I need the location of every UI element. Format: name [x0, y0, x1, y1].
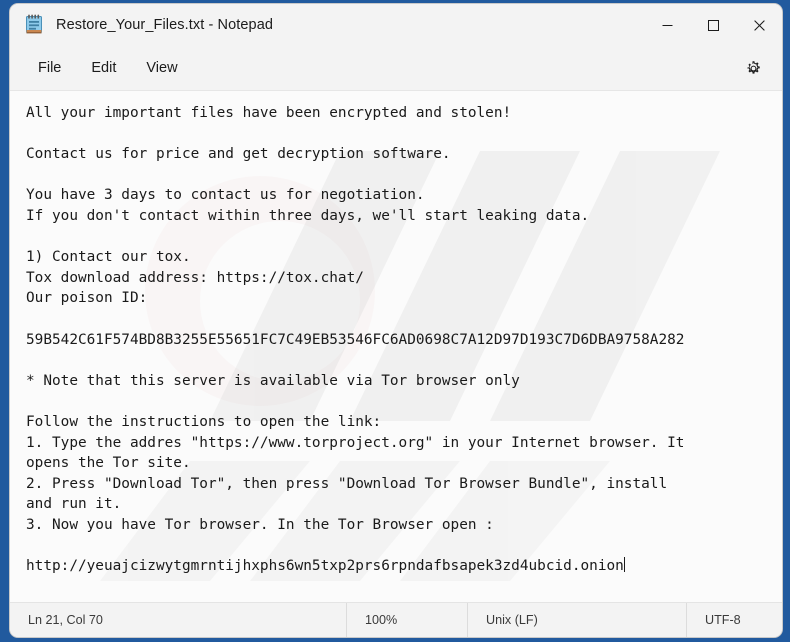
note-line: 1. Type the addres "https://www.torproje… [26, 434, 685, 451]
close-button[interactable] [736, 4, 782, 46]
note-line: 2. Press "Download Tor", then press "Dow… [26, 475, 668, 492]
window-title: Restore_Your_Files.txt - Notepad [56, 17, 274, 33]
note-line: 3. Now you have Tor browser. In the Tor … [26, 516, 494, 533]
menu-bar: File Edit View [10, 46, 782, 91]
minimize-button[interactable] [644, 4, 690, 46]
notepad-window: Restore_Your_Files.txt - Notepad File Ed… [10, 4, 782, 637]
text-caret [623, 557, 625, 573]
status-zoom-level[interactable]: 100% [346, 603, 467, 637]
note-line: Our poison ID: [26, 290, 148, 307]
note-line-tox-id: 59B542C61F574BD8B3255E55651FC7C49EB53546… [26, 331, 685, 348]
maximize-button[interactable] [690, 4, 736, 46]
note-line: 1) Contact our tox. [26, 249, 191, 266]
text-editor-area[interactable]: All your important files have been encry… [10, 91, 782, 602]
note-line: and run it. [26, 496, 122, 513]
note-line: You have 3 days to contact us for negoti… [26, 187, 425, 204]
gear-icon[interactable] [738, 53, 768, 83]
note-line: Follow the instructions to open the link… [26, 413, 382, 430]
note-line-onion-url: http://yeuajcizwytgmrntijhxphs6wn5txp2pr… [26, 558, 624, 575]
note-line: If you don't contact within three days, … [26, 207, 590, 224]
window-controls [644, 4, 782, 46]
note-line: opens the Tor site. [26, 455, 191, 472]
status-encoding[interactable]: UTF-8 [686, 603, 782, 637]
title-bar[interactable]: Restore_Your_Files.txt - Notepad [10, 4, 782, 46]
menu-item-view[interactable]: View [136, 54, 187, 82]
status-bar: Ln 21, Col 70 100% Unix (LF) UTF-8 [10, 602, 782, 637]
note-line: Contact us for price and get decryption … [26, 146, 451, 163]
status-cursor-position: Ln 21, Col 70 [28, 613, 103, 627]
ransom-note-text[interactable]: All your important files have been encry… [10, 91, 782, 577]
note-line: * Note that this server is available via… [26, 372, 520, 389]
note-line: Tox download address: https://tox.chat/ [26, 269, 364, 286]
menu-item-edit[interactable]: Edit [81, 54, 126, 82]
menu-item-file[interactable]: File [28, 54, 71, 82]
note-line: All your important files have been encry… [26, 105, 512, 121]
status-line-ending[interactable]: Unix (LF) [467, 603, 686, 637]
notepad-icon [24, 14, 44, 36]
